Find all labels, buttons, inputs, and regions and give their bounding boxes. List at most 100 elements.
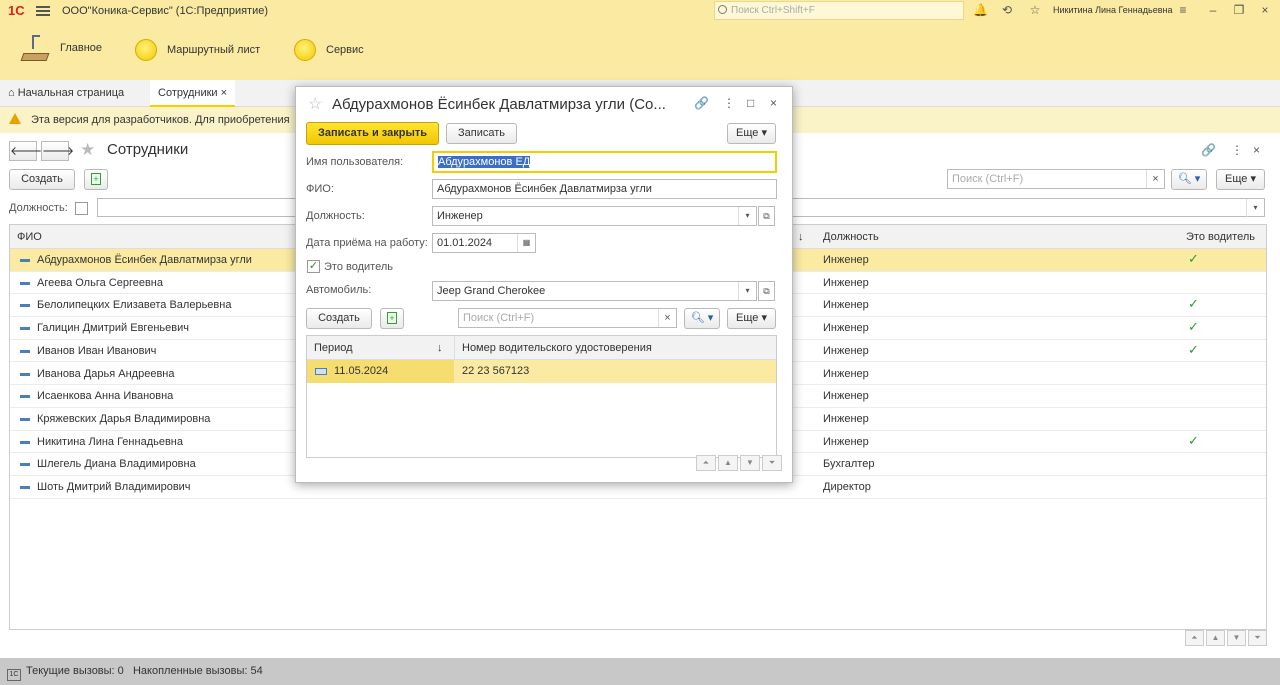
desk-lamp-icon: [20, 33, 50, 63]
add-copy-icon: +: [91, 173, 101, 185]
scroll-down-button[interactable]: ▼: [740, 455, 760, 471]
link-icon[interactable]: 🔗: [1201, 143, 1216, 157]
scroll-top-button[interactable]: ⏶: [696, 455, 716, 471]
tab-home-label: Начальная страница: [17, 87, 125, 99]
dialog-favorite-star-icon[interactable]: ☆: [308, 94, 322, 114]
search-button[interactable]: 🔍︎ ▾: [1171, 169, 1207, 190]
title-bar: 1С ООО"Коника-Сервис" (1С:Предприятие) П…: [0, 0, 1280, 21]
close-form-icon[interactable]: ×: [1253, 143, 1260, 157]
row-fio: Никитина Лина Геннадьевна: [37, 435, 183, 448]
list-scroll-buttons: ⏶ ▲ ▼ ⏷: [1185, 630, 1267, 648]
username-input[interactable]: Абдурахмонов ЕД: [432, 151, 777, 173]
save-button[interactable]: Записать: [446, 123, 517, 144]
history-icon[interactable]: ⟲: [1000, 3, 1014, 17]
more-label: Еще: [1225, 173, 1248, 185]
dialog-search-button[interactable]: 🔍︎ ▾: [684, 308, 720, 329]
dialog-more2-button[interactable]: Еще ▾: [727, 308, 776, 329]
scroll-top-button[interactable]: ⏶: [1185, 630, 1204, 646]
global-search-placeholder: Поиск Ctrl+Shift+F: [731, 5, 815, 16]
section-service-label: Сервис: [326, 44, 364, 56]
home-icon: ⌂: [8, 87, 15, 99]
more-button[interactable]: Еще ▾: [1216, 169, 1265, 190]
save-and-close-button[interactable]: Записать и закрыть: [306, 122, 439, 145]
driver-check-icon: ✓: [1188, 319, 1199, 335]
row-fio: Кряжевских Дарья Владимировна: [37, 412, 211, 425]
section-main-label: Главное: [60, 42, 103, 54]
minimize-icon[interactable]: –: [1206, 3, 1220, 17]
row-position: Инженер: [823, 412, 869, 425]
scroll-up-button[interactable]: ▲: [1206, 630, 1225, 646]
open-car-button[interactable]: ⧉: [758, 281, 775, 301]
row-position: Инженер: [823, 390, 869, 403]
dialog-copy-button[interactable]: +: [380, 308, 404, 329]
forward-button[interactable]: 🡒: [41, 141, 74, 161]
column-position[interactable]: Должность: [823, 231, 879, 243]
global-search-input[interactable]: Поиск Ctrl+Shift+F: [714, 1, 964, 20]
menu-icon[interactable]: [36, 5, 50, 16]
column-period[interactable]: Период: [314, 342, 353, 354]
section-route-sheet[interactable]: Маршрутный лист: [135, 39, 260, 61]
column-license[interactable]: Номер водительского удостоверения: [462, 342, 652, 354]
car-value: Jeep Grand Cherokee: [437, 285, 546, 297]
favorite-star-icon[interactable]: ★: [80, 140, 95, 160]
column-driver[interactable]: Это водитель: [1186, 231, 1255, 243]
restore-icon[interactable]: ❐: [1232, 3, 1246, 17]
clear-icon[interactable]: ×: [658, 309, 676, 327]
add-copy-icon: +: [387, 312, 397, 324]
create-button[interactable]: Создать: [9, 169, 75, 190]
scroll-bottom-button[interactable]: ⏷: [1248, 630, 1267, 646]
page-title: Сотрудники: [107, 141, 189, 158]
position-value: Инженер: [437, 210, 483, 222]
table-row[interactable]: 11.05.2024 22 23 567123: [307, 360, 776, 383]
row-fio: Галицин Дмитрий Евгеньевич: [37, 322, 189, 335]
scroll-bottom-button[interactable]: ⏷: [762, 455, 782, 471]
section-service[interactable]: Сервис: [294, 39, 364, 61]
filter-checkbox[interactable]: [75, 202, 88, 215]
dialog-more-button[interactable]: Еще ▾: [727, 123, 776, 144]
warning-icon: [9, 113, 21, 124]
chevron-down-icon[interactable]: ▾: [1246, 199, 1264, 217]
status-bar: 1С Текущие вызовы: 0 Накопленные вызовы: …: [0, 658, 1280, 685]
kebab-menu-icon[interactable]: ⋮: [1231, 143, 1243, 157]
clear-icon[interactable]: ×: [1146, 170, 1164, 188]
filter-label: Должность:: [9, 202, 68, 214]
current-user[interactable]: Никитина Лина Геннадьевна: [1053, 5, 1172, 15]
link-icon[interactable]: 🔗: [694, 96, 709, 110]
settings-menu-icon[interactable]: ≡: [1176, 3, 1190, 17]
scroll-down-button[interactable]: ▼: [1227, 630, 1246, 646]
list-search-input[interactable]: Поиск (Ctrl+F) ×: [947, 169, 1165, 189]
open-position-button[interactable]: ⧉: [758, 206, 775, 226]
column-fio[interactable]: ФИО: [17, 231, 42, 243]
chevron-down-icon[interactable]: ▾: [738, 282, 756, 300]
section-main[interactable]: Главное: [20, 33, 102, 63]
position-select[interactable]: Инженер ▾: [432, 206, 757, 226]
close-icon[interactable]: ×: [1258, 3, 1272, 17]
back-button[interactable]: 🡐: [9, 141, 42, 161]
tab-employees[interactable]: Сотрудники ×: [150, 80, 236, 107]
tab-home[interactable]: ⌂ Начальная страница: [0, 80, 132, 107]
row-fio: Шоть Дмитрий Владимирович: [37, 481, 191, 493]
username-label: Имя пользователя:: [306, 156, 404, 168]
kebab-menu-icon[interactable]: ⋮: [723, 96, 735, 110]
dialog-create-button[interactable]: Создать: [306, 308, 372, 329]
search-icon: [718, 5, 727, 14]
scroll-up-button[interactable]: ▲: [718, 455, 738, 471]
fio-input[interactable]: Абдурахмонов Ёсинбек Давлатмирза угли: [432, 179, 777, 199]
tab-close-icon[interactable]: ×: [221, 87, 227, 99]
record-icon: [20, 259, 30, 262]
maximize-icon[interactable]: □: [747, 96, 754, 110]
dialog-search-input[interactable]: Поиск (Ctrl+F) ×: [458, 308, 677, 328]
is-driver-checkbox[interactable]: ✓: [307, 260, 320, 273]
dialog-close-icon[interactable]: ×: [770, 96, 777, 110]
calendar-icon[interactable]: ▦: [517, 234, 535, 252]
copy-button[interactable]: +: [84, 169, 108, 190]
hire-date-input[interactable]: 01.01.2024 ▦: [432, 233, 536, 253]
bell-icon[interactable]: 🔔: [973, 3, 988, 17]
car-select[interactable]: Jeep Grand Cherokee ▾: [432, 281, 757, 301]
warning-text: Эта версия для разработчиков. Для приобр…: [31, 114, 290, 126]
record-icon: [20, 327, 30, 331]
is-driver-label[interactable]: Это водитель: [324, 261, 393, 273]
favorites-star-icon[interactable]: ☆: [1028, 3, 1042, 17]
tab-employees-label: Сотрудники: [158, 87, 218, 99]
chevron-down-icon[interactable]: ▾: [738, 207, 756, 225]
